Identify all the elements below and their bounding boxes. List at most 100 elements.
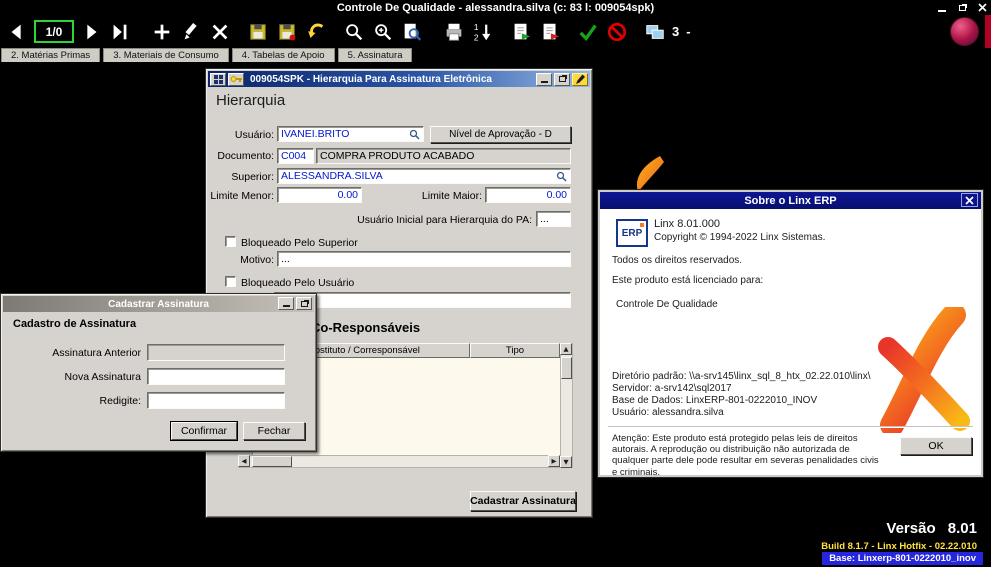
confirmar-button[interactable]: Confirmar [171, 422, 237, 440]
bloqueado-superior-label: Bloqueado Pelo Superior [241, 237, 358, 249]
lookup-icon[interactable] [409, 129, 420, 140]
version-line: Versão 8.01 [886, 520, 977, 537]
window-titlebar: Controle De Qualidade - alessandra.silva… [0, 0, 991, 15]
assinatura-anterior-field [147, 344, 285, 361]
application-window: Controle De Qualidade - alessandra.silva… [0, 0, 991, 567]
restore-icon[interactable] [554, 73, 570, 86]
minimize-icon[interactable] [536, 73, 552, 86]
window-menu-icon[interactable] [210, 73, 226, 86]
coresponsaveis-heading: Co-Responsáveis [311, 320, 420, 335]
restore-icon[interactable] [956, 2, 968, 14]
main-toolbar: 1/0 12 3 - [0, 15, 991, 48]
scroll-right-icon[interactable]: ▶ [548, 455, 560, 467]
about-window: Sobre o Linx ERP ERP Linx 8.01.000 Copyr… [598, 190, 983, 477]
superior-field[interactable]: ALESSANDRA.SILVA [277, 168, 571, 184]
bloqueado-usuario-checkbox[interactable] [225, 276, 236, 287]
svg-text:2: 2 [474, 33, 479, 42]
limite-maior-label: Limite Maior: [368, 190, 482, 202]
ok-button[interactable]: OK [900, 437, 972, 455]
about-window-title: Sobre o Linx ERP [744, 195, 836, 207]
key-icon[interactable] [228, 73, 244, 86]
window-title: Controle De Qualidade - alessandra.silva… [337, 2, 654, 14]
print-preview-icon[interactable] [400, 20, 424, 44]
bloqueado-superior-checkbox[interactable] [225, 236, 236, 247]
licensed-to: Controle De Qualidade [616, 299, 718, 310]
next-record-icon[interactable] [79, 20, 103, 44]
about-titlebar[interactable]: Sobre o Linx ERP [600, 192, 981, 209]
scroll-up-icon[interactable]: ▲ [560, 343, 572, 355]
nova-assinatura-label: Nova Assinatura [3, 371, 141, 383]
usuario-inicial-label: Usuário Inicial para Hierarquia do PA: [248, 214, 532, 226]
export-document-icon[interactable] [538, 20, 562, 44]
record-counter: 1/0 [34, 20, 74, 43]
product-name: Linx 8.01.000 [654, 218, 720, 230]
edit-record-icon[interactable] [179, 20, 203, 44]
nivel-aprovacao-button[interactable]: Nível de Aprovação - D [430, 126, 571, 143]
close-icon[interactable] [976, 2, 988, 14]
signature-body: Cadastro de Assinatura Assinatura Anteri… [3, 310, 314, 449]
user: Usuário: alessandra.silva [612, 407, 724, 418]
motivo-field[interactable]: ... [277, 251, 571, 267]
usuario-inicial-field[interactable]: ... [536, 211, 571, 227]
copyright: Copyright © 1994-2022 Linx Sistemas. [654, 232, 825, 243]
tab-materiais-consumo[interactable]: 3. Materiais de Consumo [103, 48, 229, 62]
lookup-icon[interactable] [556, 171, 567, 182]
redigite-field[interactable] [147, 392, 285, 409]
version-number: 8.01 [948, 520, 977, 537]
search-icon[interactable] [342, 20, 366, 44]
signature-window-title: Cadastrar Assinatura [108, 299, 209, 310]
undo-icon[interactable] [304, 20, 328, 44]
close-exit-icon[interactable] [605, 20, 629, 44]
edit-pencil-icon[interactable] [572, 73, 588, 86]
save-all-icon[interactable] [275, 20, 299, 44]
minimize-icon[interactable] [936, 2, 948, 14]
print-icon[interactable] [442, 20, 466, 44]
limite-maior-field[interactable]: 0.00 [485, 187, 571, 203]
open-windows-count: 3 [672, 24, 679, 39]
base-line: Base: Linxerp-801-0222010_inov [822, 552, 983, 565]
delete-record-icon[interactable] [208, 20, 232, 44]
nova-assinatura-field[interactable] [147, 368, 285, 385]
scroll-left-icon[interactable]: ◀ [238, 455, 250, 467]
usuario-field[interactable]: IVANEI.BRITO [277, 126, 424, 142]
export-report-icon[interactable] [509, 20, 533, 44]
hierarchy-titlebar[interactable]: 009054SPK - Hierarquia Para Assinatura E… [208, 71, 590, 87]
grid-col-tipo[interactable]: Tipo [470, 343, 560, 358]
linx-logo [874, 307, 972, 433]
confirm-icon[interactable] [576, 20, 600, 44]
close-icon[interactable] [961, 193, 978, 207]
tab-tabelas-apoio[interactable]: 4. Tabelas de Apoio [232, 48, 335, 62]
restore-icon[interactable] [296, 297, 312, 310]
limite-menor-field[interactable]: 0.00 [277, 187, 362, 203]
documento-label: Documento: [208, 150, 274, 162]
sort-icon[interactable]: 12 [471, 20, 495, 44]
linx-avatar-icon[interactable] [950, 17, 979, 46]
about-body: ERP Linx 8.01.000 Copyright © 1994-2022 … [600, 209, 981, 475]
add-record-icon[interactable] [150, 20, 174, 44]
extra-field[interactable] [274, 292, 571, 308]
tab-assinatura[interactable]: 5. Assinatura [338, 48, 413, 62]
zoom-icon[interactable] [371, 20, 395, 44]
previous-record-icon[interactable] [5, 20, 29, 44]
hscroll-thumb[interactable] [252, 456, 292, 467]
save-icon[interactable] [246, 20, 270, 44]
scroll-down-icon[interactable]: ▼ [560, 456, 572, 468]
build-line: Build 8.1.7 - Linx Hotfix - 02.22.010 [821, 541, 977, 552]
vscroll-thumb[interactable] [561, 357, 572, 379]
copyright-warning: Atenção: Este produto está protegido pel… [612, 433, 884, 478]
erp-logo-icon: ERP [616, 219, 648, 247]
documento-desc-field: COMPRA PRODUTO ACABADO [316, 148, 571, 164]
fechar-button[interactable]: Fechar [243, 422, 305, 440]
last-record-icon[interactable] [108, 20, 132, 44]
version-label: Versão [886, 520, 935, 537]
cadastrar-assinatura-button[interactable]: Cadastrar Assinatura [470, 491, 576, 511]
toolbar-edge-accent [985, 15, 991, 48]
minimize-icon[interactable] [278, 297, 294, 310]
limite-menor-label: Limite Menor: [208, 190, 274, 202]
documento-code-field[interactable]: C004 [277, 148, 314, 164]
licensed-label: Este produto está licenciado para: [612, 275, 763, 286]
linx-flame-icon [626, 154, 670, 194]
tab-materias-primas[interactable]: 2. Matérias Primas [1, 48, 100, 62]
cascade-windows-icon[interactable] [643, 20, 667, 44]
module-tabs: 2. Matérias Primas 3. Materiais de Consu… [1, 48, 412, 63]
